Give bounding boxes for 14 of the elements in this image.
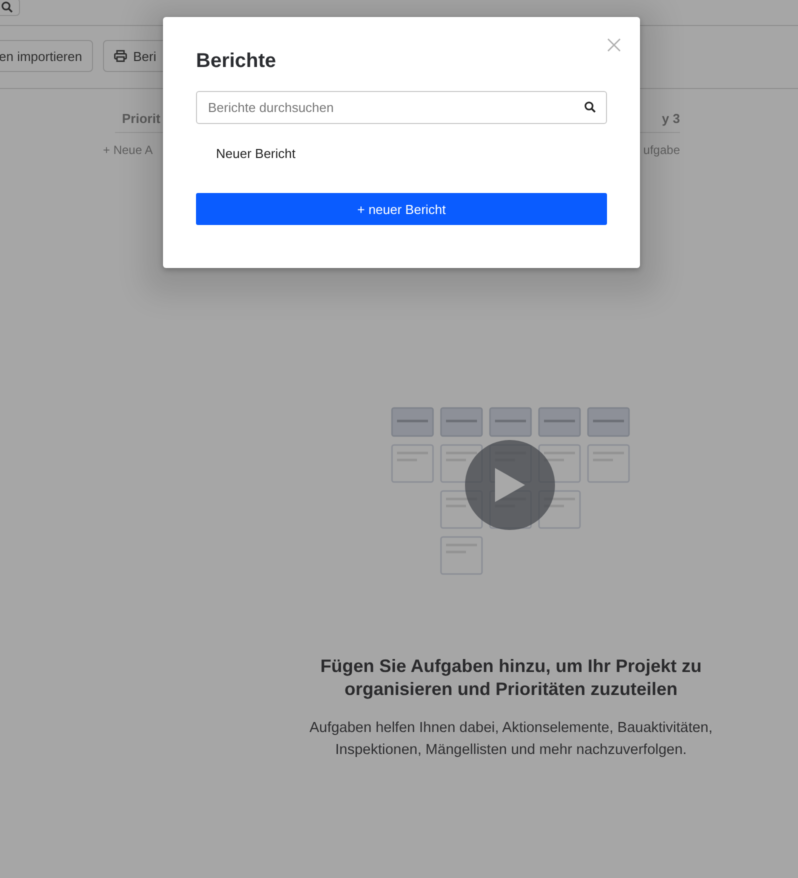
close-button[interactable] [606, 37, 622, 53]
column-header: y 3 [662, 111, 680, 126]
add-task-link[interactable]: + Neue A [103, 143, 153, 157]
printer-icon [114, 50, 128, 62]
dialog-title: Berichte [196, 50, 278, 73]
new-report-button[interactable]: + neuer Bericht [196, 193, 607, 225]
play-icon [495, 468, 525, 502]
empty-state-text: Aufgaben helfen Ihnen dabei, Aktionselemente, Bauaktivitäten, Inspektionen, Mängellisten und mehr nachzuverfolgen. [308, 719, 714, 760]
search-field[interactable]: Berichte durchsuchen [196, 91, 607, 124]
search-icon [584, 101, 596, 113]
column-header: Priorit [122, 111, 160, 126]
empty-state-heading: Fügen Sie Aufgaben hinzu, um Ihr Projekt zu organisieren und Prioritäten zuzuteilen [319, 655, 703, 701]
report-item[interactable]: Neuer Bericht [196, 146, 607, 161]
search-icon [1, 1, 13, 13]
